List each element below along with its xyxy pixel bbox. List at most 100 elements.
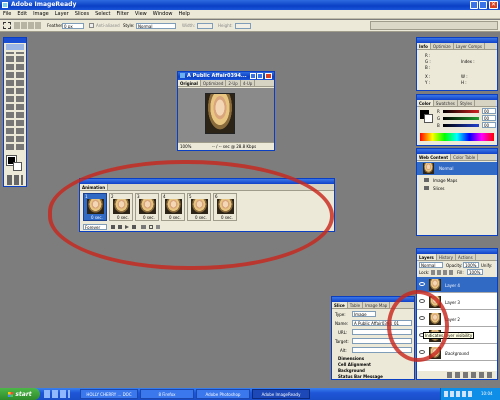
info-x-label: X : — [425, 74, 431, 79]
taskbar-item-imageready[interactable]: Adobe ImageReady — [252, 389, 310, 399]
style-select[interactable]: Normal — [136, 23, 176, 29]
unify-label: Unify: — [481, 263, 493, 268]
slice-alt-label: Alt: — [340, 348, 347, 353]
slices-icon — [424, 186, 429, 190]
web-content-image-maps[interactable]: Image Maps — [433, 178, 457, 183]
feather-label: Feather: — [47, 23, 64, 28]
info-h-label: H : — [461, 80, 467, 85]
menu-image[interactable]: Image — [33, 11, 49, 17]
section-status-bar-message[interactable]: Status Bar Message — [338, 374, 383, 379]
tab-web-content[interactable]: Web Content — [417, 154, 452, 160]
document-icon — [180, 73, 185, 78]
info-b-label: B : — [425, 65, 431, 70]
menu-bar: File Edit Image Layer Slices Select Filt… — [0, 10, 500, 19]
tab-2up[interactable]: 2-Up — [226, 80, 241, 86]
lock-icons[interactable] — [431, 270, 453, 275]
menu-file[interactable]: File — [3, 11, 11, 17]
zoom-level[interactable]: 100% — [180, 144, 191, 149]
minimize-button[interactable] — [470, 1, 478, 9]
toolbox — [3, 37, 27, 187]
opacity-input[interactable]: 100% — [463, 262, 479, 268]
mode-icons[interactable] — [7, 175, 23, 185]
opacity-label: Opacity: — [446, 263, 463, 268]
layer-name: Layer 4 — [445, 283, 460, 288]
tab-actions[interactable]: Actions — [456, 254, 476, 260]
menu-select[interactable]: Select — [95, 11, 110, 17]
tab-layer-comps[interactable]: Layer Comps — [454, 43, 485, 49]
background-color-swatch[interactable] — [13, 162, 22, 171]
layers-tabs: Layers History Actions — [417, 254, 497, 261]
menu-view[interactable]: View — [135, 11, 147, 17]
tab-history[interactable]: History — [437, 254, 457, 260]
eye-icon[interactable] — [419, 282, 425, 286]
color-r-value[interactable]: 00 — [482, 108, 496, 114]
menu-help[interactable]: Help — [179, 11, 190, 17]
layers-bottom-icons[interactable] — [447, 372, 495, 378]
tab-layers[interactable]: Layers — [417, 254, 437, 260]
tab-color[interactable]: Color — [417, 100, 434, 106]
document-min-button[interactable] — [250, 73, 256, 79]
tab-slice[interactable]: Slice — [332, 302, 348, 308]
info-y-label: Y : — [425, 80, 431, 85]
section-background[interactable]: Background — [338, 368, 365, 373]
color-spectrum-bar[interactable] — [420, 133, 494, 141]
section-dimensions[interactable]: Dimensions — [338, 356, 364, 361]
info-r-label: R : — [425, 53, 431, 58]
tab-4up[interactable]: 4-Up — [241, 80, 256, 86]
tab-styles[interactable]: Styles — [458, 100, 476, 106]
anti-aliased-checkbox[interactable] — [89, 23, 94, 28]
start-button[interactable]: start — [0, 388, 40, 400]
annotation-circle-animation — [48, 160, 334, 270]
blue-slider[interactable] — [443, 124, 479, 127]
menu-filter[interactable]: Filter — [117, 11, 129, 17]
taskbar-item-firefox[interactable]: 8 Firefox — [140, 389, 194, 399]
web-content-row-normal[interactable]: Normal — [417, 162, 497, 175]
selection-mode-icons[interactable] — [14, 22, 42, 29]
toolbox-logo-icon — [6, 44, 24, 50]
color-bg-swatch[interactable] — [424, 114, 433, 123]
blend-mode-select[interactable]: Normal — [419, 262, 443, 268]
color-b-value[interactable]: 00 — [482, 122, 496, 128]
menu-window[interactable]: Window — [153, 11, 173, 17]
height-input[interactable] — [235, 23, 251, 29]
menu-slices[interactable]: Slices — [75, 11, 89, 17]
tab-original[interactable]: Original — [178, 80, 201, 86]
tool-grid[interactable] — [6, 52, 24, 152]
tab-swatches[interactable]: Swatches — [434, 100, 458, 106]
color-g-value[interactable]: 00 — [482, 115, 496, 121]
menu-layer[interactable]: Layer — [55, 11, 69, 17]
options-bar: Feather: 0 px Anti-aliased Style: Normal… — [0, 20, 500, 32]
info-w-label: W : — [461, 74, 468, 79]
quick-launch[interactable] — [44, 390, 70, 398]
width-input[interactable] — [197, 23, 213, 29]
taskbar-item-photoshop[interactable]: Adobe Photoshop — [196, 389, 250, 399]
section-cell-alignment[interactable]: Cell Alignment — [338, 362, 371, 367]
tab-info[interactable]: Info — [417, 43, 431, 49]
download-status: -- / -- sec @ 28.8 Kbps — [212, 144, 257, 149]
green-slider[interactable] — [443, 117, 479, 120]
windows-logo-icon — [8, 391, 14, 397]
slice-type-select[interactable]: Image — [352, 311, 376, 317]
system-tray: 10:04 — [440, 388, 500, 400]
layer-name: Layer 3 — [445, 300, 460, 305]
layer-row[interactable]: Layer 4 — [417, 277, 497, 293]
web-content-slices[interactable]: Slices — [433, 186, 445, 191]
tab-optimize[interactable]: Optimize — [431, 43, 454, 49]
tab-color-table[interactable]: Color Table — [451, 154, 479, 160]
marquee-tool-icon[interactable] — [3, 22, 11, 29]
info-g-label: G : — [425, 59, 431, 64]
tab-image-map[interactable]: Image Map — [363, 302, 391, 308]
document-max-button[interactable] — [257, 73, 263, 79]
feather-input[interactable]: 0 px — [62, 23, 84, 29]
document-close-button[interactable] — [265, 73, 272, 79]
taskbar-item-doc[interactable]: HOLLY CHERRY ... DOC — [80, 389, 138, 399]
tab-optimized[interactable]: Optimized — [201, 80, 227, 86]
close-button[interactable]: ✕ — [489, 1, 498, 9]
tab-table[interactable]: Table — [348, 302, 364, 308]
fill-input[interactable]: 100% — [467, 269, 483, 275]
tray-icons[interactable] — [444, 391, 474, 397]
red-slider[interactable] — [443, 110, 479, 113]
toolbox-title — [4, 38, 26, 43]
maximize-button[interactable] — [479, 1, 487, 9]
menu-edit[interactable]: Edit — [17, 11, 27, 17]
